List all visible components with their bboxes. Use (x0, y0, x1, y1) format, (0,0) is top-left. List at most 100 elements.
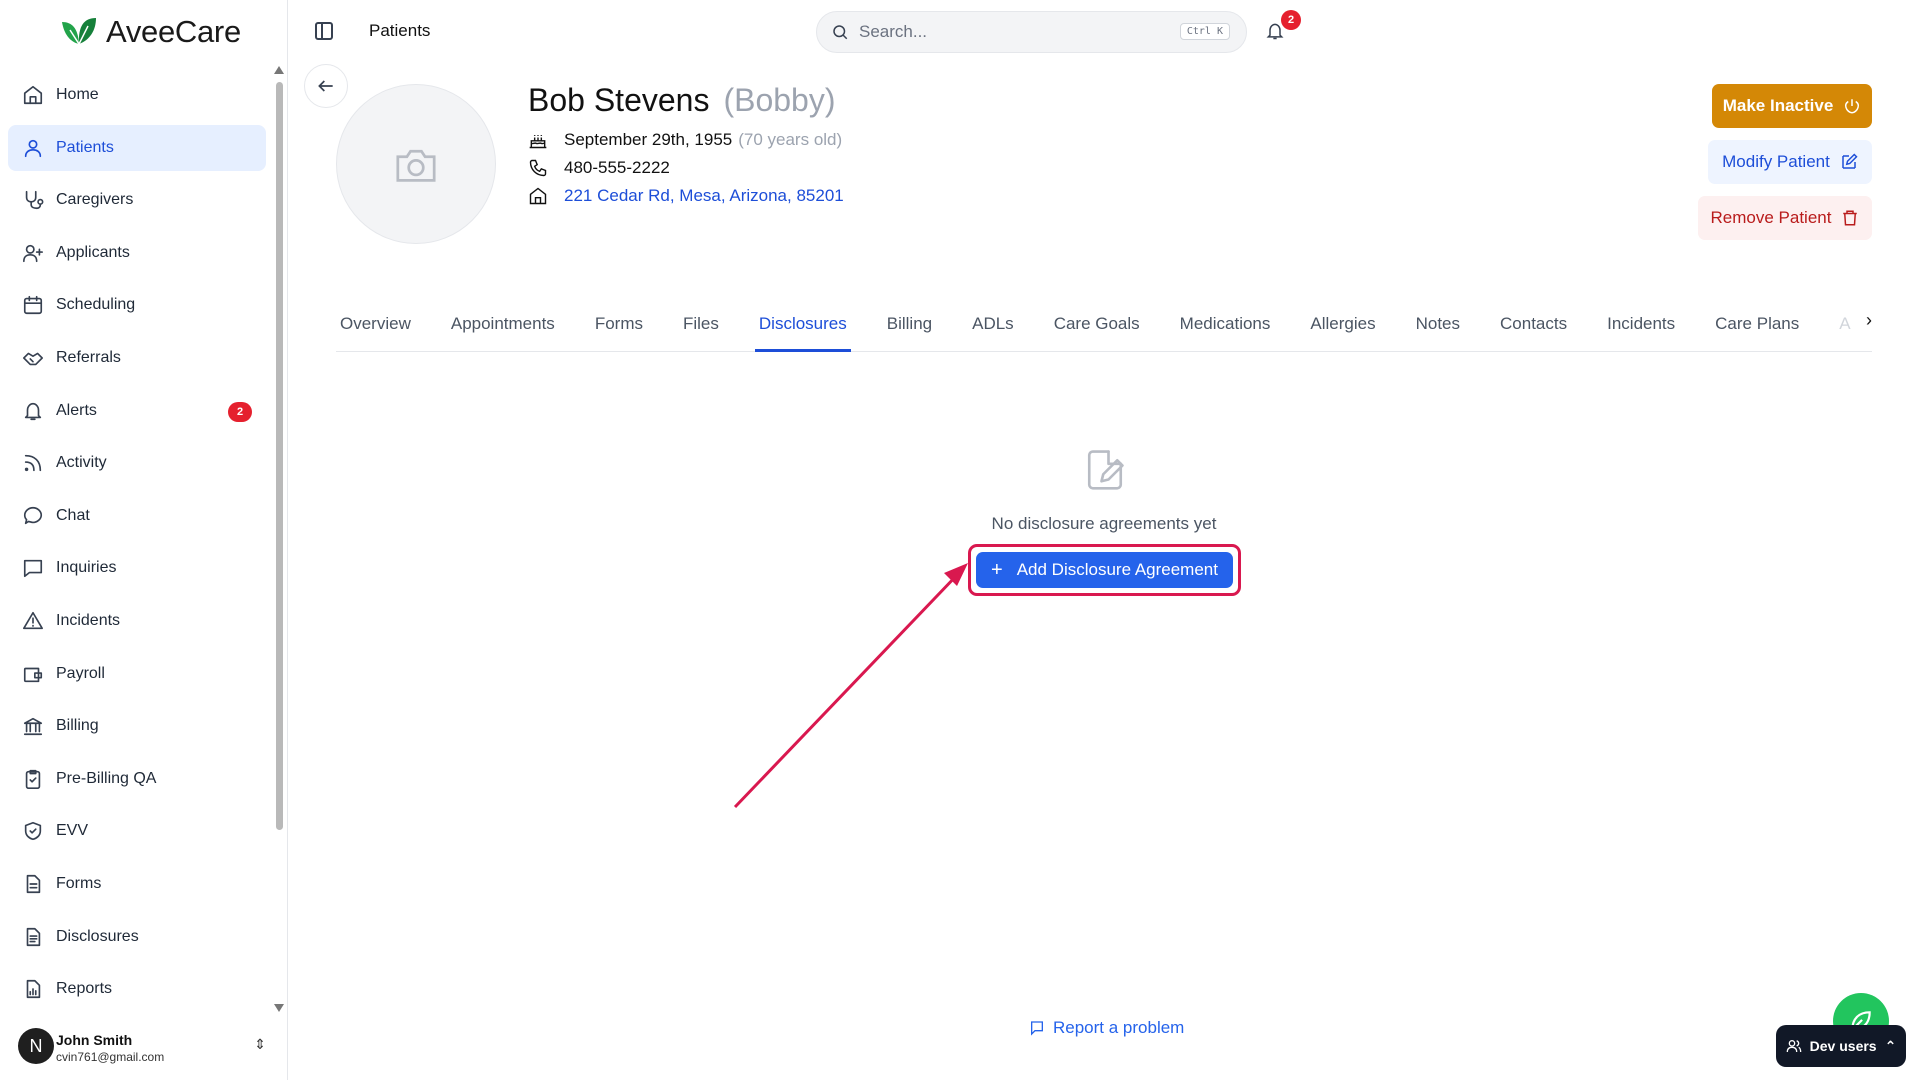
stethoscope-icon (25, 191, 44, 210)
sidebar-item-evv[interactable]: EVV (8, 808, 266, 854)
tab-notes[interactable]: Notes (1412, 304, 1464, 352)
power-icon (1845, 99, 1860, 114)
report-problem-link[interactable]: Report a problem (1029, 1018, 1184, 1038)
patient-photo-placeholder[interactable] (336, 84, 496, 244)
sidebar-item-label: Caregivers (56, 191, 134, 209)
sidebar-item-scheduling[interactable]: Scheduling (8, 282, 266, 328)
alerts-count-badge: 2 (228, 401, 252, 422)
notifications-badge: 2 (1281, 10, 1301, 30)
patient-phone-row: 480-555-2222 (528, 158, 670, 178)
sidebar-scrollbar[interactable] (276, 82, 283, 830)
calendar-icon (23, 296, 43, 315)
sidebar-item-label: Alerts (56, 401, 97, 419)
chevron-up-icon: ⌃ (1884, 1037, 1897, 1054)
shield-check-icon (24, 822, 42, 841)
flag-message-icon (1031, 1021, 1043, 1036)
camera-icon (396, 149, 436, 182)
add-disclosure-agreement-button[interactable]: + Add Disclosure Agreement (976, 552, 1233, 588)
sidebar-item-referrals[interactable]: Referrals (8, 335, 266, 381)
empty-state-message: No disclosure agreements yet (991, 514, 1217, 533)
sidebar-item-payroll[interactable]: Payroll (8, 651, 266, 697)
patient-address-link[interactable]: 221 Cedar Rd, Mesa, Arizona, 85201 (564, 186, 844, 206)
sidebar-item-forms[interactable]: Forms (8, 861, 266, 907)
make-inactive-label: Make Inactive (1722, 96, 1834, 115)
avatar: N (18, 1028, 54, 1064)
back-button[interactable] (304, 64, 348, 108)
tab-files[interactable]: Files (679, 304, 723, 352)
house-icon (529, 187, 547, 205)
user-menu[interactable]: N John Smith cvin761@gmail.com ⇕ (18, 1022, 274, 1070)
search-input[interactable]: Search... Ctrl K (816, 11, 1247, 53)
sidebar-item-label: Pre-Billing QA (56, 769, 157, 787)
tab-billing[interactable]: Billing (883, 304, 936, 352)
sidebar-item-applicants[interactable]: Applicants (8, 230, 266, 276)
sidebar-item-patients[interactable]: Patients (8, 124, 266, 171)
sidebar-item-label: EVV (56, 822, 89, 840)
tab-care-plans[interactable]: Care Plans (1711, 304, 1803, 352)
file-signature-icon (1087, 450, 1124, 490)
sidebar-item-label: Activity (56, 454, 107, 472)
make-inactive-button[interactable]: Make Inactive (1712, 84, 1872, 128)
add-disclosure-label: Add Disclosure Agreement (1016, 560, 1218, 579)
sidebar-item-alerts[interactable]: Alerts 2 (8, 388, 266, 434)
sidebar-item-label: Forms (56, 874, 102, 892)
phone-icon (529, 159, 547, 177)
app-logo[interactable]: AveeCare (58, 14, 241, 50)
scroll-up-arrow[interactable] (274, 66, 284, 74)
chevron-right-icon[interactable]: › (1866, 310, 1872, 331)
tab-overview[interactable]: Overview (336, 304, 415, 352)
tab-disclosures[interactable]: Disclosures (754, 304, 851, 352)
topbar: Patients Search... Ctrl K 2 (289, 0, 1920, 64)
scroll-down-arrow[interactable] (274, 1004, 284, 1012)
wallet-icon (23, 667, 43, 682)
trash-icon (1843, 210, 1858, 226)
sidebar-item-activity[interactable]: Activity (8, 440, 266, 486)
rss-icon (24, 454, 42, 472)
warning-triangle-icon (23, 611, 43, 630)
sidebar-item-billing[interactable]: Billing (8, 703, 266, 749)
sidebar-item-label: Incidents (56, 611, 121, 629)
patient-age: (70 years old) (738, 130, 843, 149)
users-icon (1786, 1040, 1801, 1053)
patient-phone: 480-555-2222 (564, 158, 670, 177)
sidebar-item-reports[interactable]: Reports (8, 966, 266, 1012)
file-list-icon (26, 927, 41, 946)
file-text-icon (26, 874, 41, 893)
tab-allergies[interactable]: Allergies (1306, 304, 1379, 352)
tab-contacts[interactable]: Contacts (1496, 304, 1571, 352)
tab-medications[interactable]: Medications (1176, 304, 1275, 352)
sidebar-item-pre-billing-qa[interactable]: Pre-Billing QA (8, 756, 266, 802)
remove-patient-button[interactable]: Remove Patient (1698, 196, 1872, 240)
patient-dob-row: September 29th, 1955 (70 years old) (528, 130, 842, 150)
tab-truncated[interactable]: A (1835, 304, 1854, 352)
dev-users-label: Dev users (1809, 1038, 1877, 1054)
search-icon (833, 25, 848, 40)
tab-care-goals[interactable]: Care Goals (1050, 304, 1144, 352)
tab-adls[interactable]: ADLs (968, 304, 1018, 352)
chevron-up-down-icon: ⇕ (254, 1036, 266, 1052)
modify-patient-button[interactable]: Modify Patient (1708, 140, 1872, 184)
sidebar-item-label: Scheduling (56, 296, 136, 314)
tab-incidents[interactable]: Incidents (1603, 304, 1679, 352)
leaf-logo-icon (62, 18, 96, 45)
breadcrumb: Patients (369, 21, 431, 40)
sidebar-nav: Home Patients Caregivers Applicants Sche… (8, 72, 266, 1019)
sidebar-item-caregivers[interactable]: Caregivers (8, 177, 266, 223)
remove-patient-label: Remove Patient (1710, 208, 1832, 227)
dev-users-button[interactable]: Dev users ⌃ (1776, 1025, 1906, 1067)
sidebar-item-home[interactable]: Home (8, 72, 266, 118)
search-placeholder: Search... (859, 22, 928, 41)
sidebar-item-disclosures[interactable]: Disclosures (8, 914, 266, 960)
app-name: AveeCare (106, 14, 241, 49)
tab-appointments[interactable]: Appointments (447, 304, 559, 352)
tab-forms[interactable]: Forms (591, 304, 647, 352)
sidebar-item-incidents[interactable]: Incidents (8, 598, 266, 644)
sidebar-item-label: Home (56, 86, 99, 103)
edit-icon (1842, 153, 1858, 169)
sidebar-toggle-icon[interactable] (315, 22, 333, 40)
sidebar-item-label: Applicants (56, 243, 130, 261)
patient-full-name: Bob Stevens (528, 82, 710, 118)
patient-nickname: (Bobby) (723, 82, 836, 118)
sidebar-item-inquiries[interactable]: Inquiries (8, 545, 266, 591)
bell-icon (24, 402, 42, 420)
